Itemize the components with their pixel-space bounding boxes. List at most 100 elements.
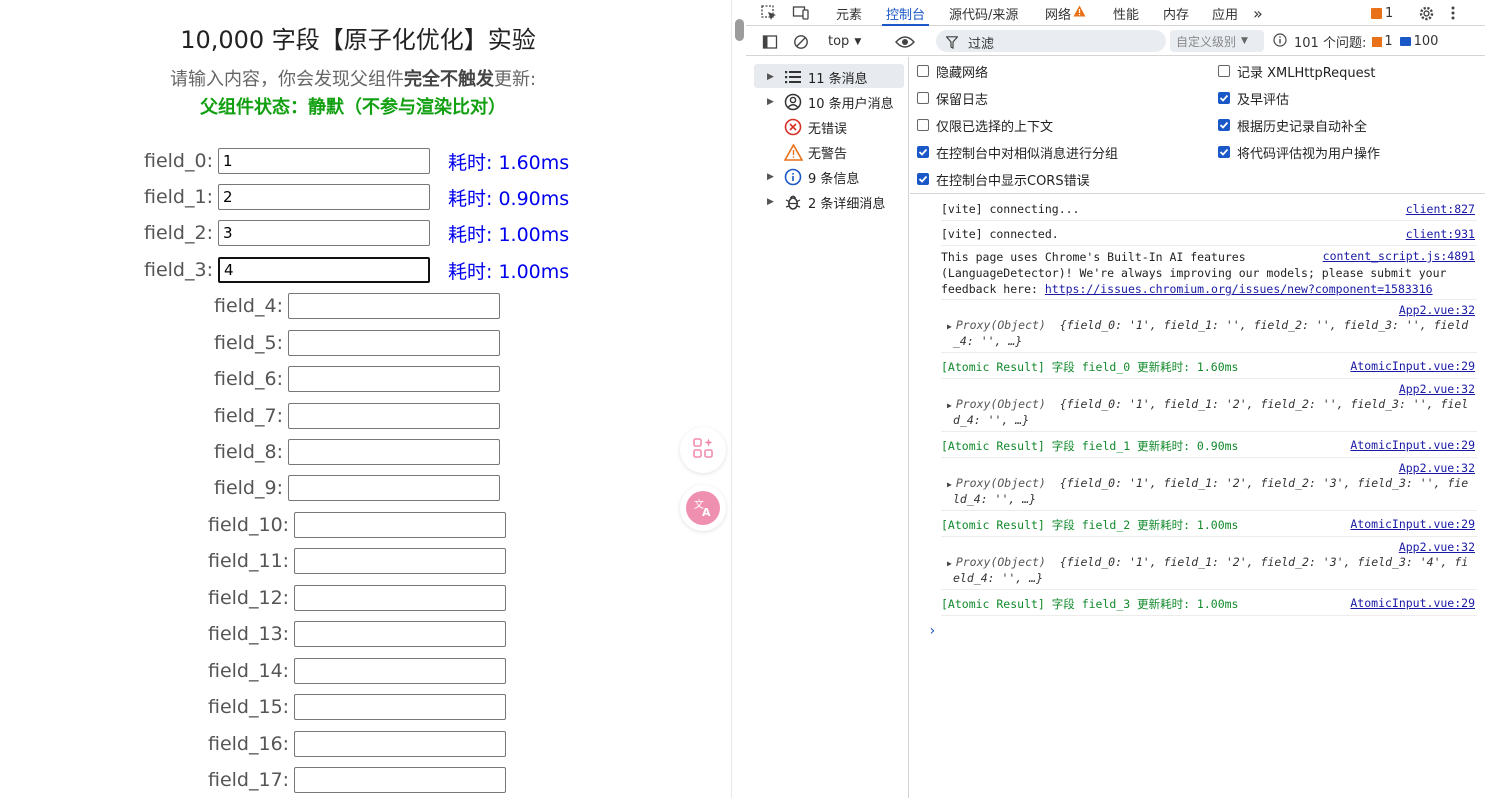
source-link[interactable]: client:931	[1406, 227, 1475, 241]
source-link[interactable]: AtomicInput.vue:29	[1350, 517, 1475, 531]
checkbox[interactable]	[917, 92, 929, 104]
field-input[interactable]	[288, 366, 500, 392]
expand-triangle-icon[interactable]: ▶	[947, 480, 952, 489]
settings-gear-icon[interactable]	[1418, 0, 1435, 26]
setting-checkbox-row[interactable]: 将代码评估视为用户操作	[1218, 142, 1380, 162]
field-input[interactable]	[218, 148, 430, 174]
source-link[interactable]: client:827	[1406, 202, 1475, 216]
expand-triangle-icon[interactable]: ▶	[767, 172, 774, 182]
sidebar-item-label: 无警告	[808, 146, 848, 162]
sidebar-item[interactable]: ▶ 10 条用户消息	[746, 90, 906, 114]
ai-feedback-link[interactable]: https://issues.chromium.org/issues/new?c…	[1045, 282, 1433, 296]
source-link[interactable]: content_script.js:4891	[1323, 249, 1475, 263]
field-input[interactable]	[218, 220, 430, 246]
more-tabs-button[interactable]: »	[1253, 0, 1263, 26]
expand-triangle-icon[interactable]: ▶	[947, 322, 952, 331]
tab-sources[interactable]: 源代码/来源	[949, 0, 1018, 26]
issue-flag-icon	[1372, 36, 1383, 47]
sidebar-item[interactable]: 无警告	[746, 140, 906, 164]
source-link[interactable]: AtomicInput.vue:29	[1350, 359, 1475, 373]
field-input[interactable]	[294, 585, 507, 611]
inspect-element-icon[interactable]	[760, 0, 778, 26]
tab-network[interactable]: 网络	[1045, 0, 1086, 26]
setting-checkbox-row[interactable]: 隐藏网络	[917, 61, 988, 81]
devtools-menu-icon[interactable]	[1450, 0, 1456, 26]
field-label: field_17:	[208, 769, 290, 791]
sidebar-item[interactable]: ▶ 2 条详细消息	[746, 190, 906, 214]
proxy-object-entry[interactable]: ▶ Proxy(Object) {field_0: '1', field_1: '…	[947, 476, 1478, 507]
checkbox[interactable]	[1218, 119, 1230, 131]
expand-triangle-icon[interactable]: ▶	[767, 197, 774, 207]
translate-button[interactable]: 文 A	[680, 485, 726, 531]
field-input[interactable]	[288, 330, 500, 356]
field-input[interactable]	[288, 293, 500, 319]
setting-checkbox-row[interactable]: 在控制台中显示CORS错误	[917, 169, 1090, 189]
setting-checkbox-row[interactable]: 保留日志	[917, 88, 988, 108]
field-input[interactable]	[288, 439, 500, 465]
field-row: field_4:	[214, 293, 500, 319]
checkbox[interactable]	[1218, 146, 1230, 158]
expand-triangle-icon[interactable]: ▶	[947, 401, 952, 410]
proxy-object-entry[interactable]: ▶ Proxy(Object) {field_0: '1', field_1: '…	[947, 397, 1478, 428]
checkbox[interactable]	[917, 65, 929, 77]
source-link[interactable]: AtomicInput.vue:29	[1350, 596, 1475, 610]
proxy-object-entry[interactable]: ▶ Proxy(Object) {field_0: '1', field_1: '…	[947, 318, 1478, 349]
clear-console-icon[interactable]	[793, 27, 809, 56]
live-expression-eye-icon[interactable]	[895, 27, 915, 56]
source-link[interactable]: App2.vue:32	[1399, 303, 1475, 317]
field-label: field_10:	[208, 514, 290, 536]
sidebar-toggle-icon[interactable]	[762, 27, 778, 56]
expand-triangle-icon[interactable]: ▶	[947, 559, 952, 568]
source-link[interactable]: App2.vue:32	[1399, 461, 1475, 475]
log-levels-dropdown[interactable]: 自定义级别 ▼	[1170, 30, 1264, 52]
expand-triangle-icon[interactable]: ▶	[767, 72, 774, 82]
field-label: field_5:	[214, 332, 283, 354]
checkbox[interactable]	[917, 119, 929, 131]
field-input[interactable]	[288, 403, 500, 429]
field-input[interactable]	[288, 475, 500, 501]
console-filter-input[interactable]: 过滤	[936, 30, 1166, 52]
source-link[interactable]: App2.vue:32	[1399, 382, 1475, 396]
checkbox[interactable]	[917, 146, 929, 158]
checkbox[interactable]	[917, 173, 929, 185]
sidebar-item[interactable]: ▶ 9 条信息	[746, 165, 906, 189]
setting-checkbox-row[interactable]: 根据历史记录自动补全	[1218, 115, 1367, 135]
issues-counter[interactable]: 1	[1371, 0, 1393, 26]
field-input[interactable]	[218, 184, 430, 210]
console-prompt[interactable]: ›	[928, 623, 936, 639]
page-scrollbar[interactable]	[731, 0, 745, 798]
field-label: field_8:	[214, 441, 283, 463]
setting-checkbox-row[interactable]: 及早评估	[1218, 88, 1289, 108]
tab-performance[interactable]: 性能	[1113, 0, 1139, 26]
source-link[interactable]: App2.vue:32	[1399, 540, 1475, 554]
setting-checkbox-row[interactable]: 在控制台中对相似消息进行分组	[917, 142, 1118, 162]
field-input[interactable]	[294, 512, 507, 538]
expand-triangle-icon[interactable]: ▶	[767, 97, 774, 107]
tab-console[interactable]: 控制台	[881, 0, 930, 26]
field-input[interactable]	[294, 658, 507, 684]
field-input[interactable]	[294, 548, 507, 574]
context-selector[interactable]: top ▼	[828, 27, 861, 56]
field-input[interactable]	[294, 694, 507, 720]
ai-assist-button[interactable]	[680, 427, 726, 473]
tab-memory[interactable]: 内存	[1163, 0, 1189, 26]
checkbox[interactable]	[1218, 65, 1230, 77]
setting-checkbox-row[interactable]: 记录 XMLHttpRequest	[1218, 61, 1376, 81]
field-input[interactable]	[294, 621, 507, 647]
device-toolbar-icon[interactable]	[792, 0, 810, 26]
field-label: field_16:	[208, 733, 290, 755]
tab-elements[interactable]: 元素	[836, 0, 862, 26]
field-input[interactable]	[218, 257, 430, 283]
sidebar-item[interactable]: ▶ 11 条消息	[746, 65, 906, 89]
desc-prefix: 请输入内容，你会发现父组件	[169, 69, 404, 90]
setting-checkbox-row[interactable]: 仅限已选择的上下文	[917, 115, 1053, 135]
source-link[interactable]: AtomicInput.vue:29	[1350, 438, 1475, 452]
sidebar-item[interactable]: 无错误	[746, 115, 906, 139]
checkbox[interactable]	[1218, 92, 1230, 104]
tab-application[interactable]: 应用	[1212, 0, 1238, 26]
field-input[interactable]	[294, 767, 507, 793]
proxy-object-entry[interactable]: ▶ Proxy(Object) {field_0: '1', field_1: '…	[947, 555, 1478, 586]
issues-summary[interactable]: 101 个问题: 1 100	[1273, 27, 1438, 56]
field-input[interactable]	[294, 731, 507, 757]
scrollbar-thumb[interactable]	[735, 19, 744, 41]
